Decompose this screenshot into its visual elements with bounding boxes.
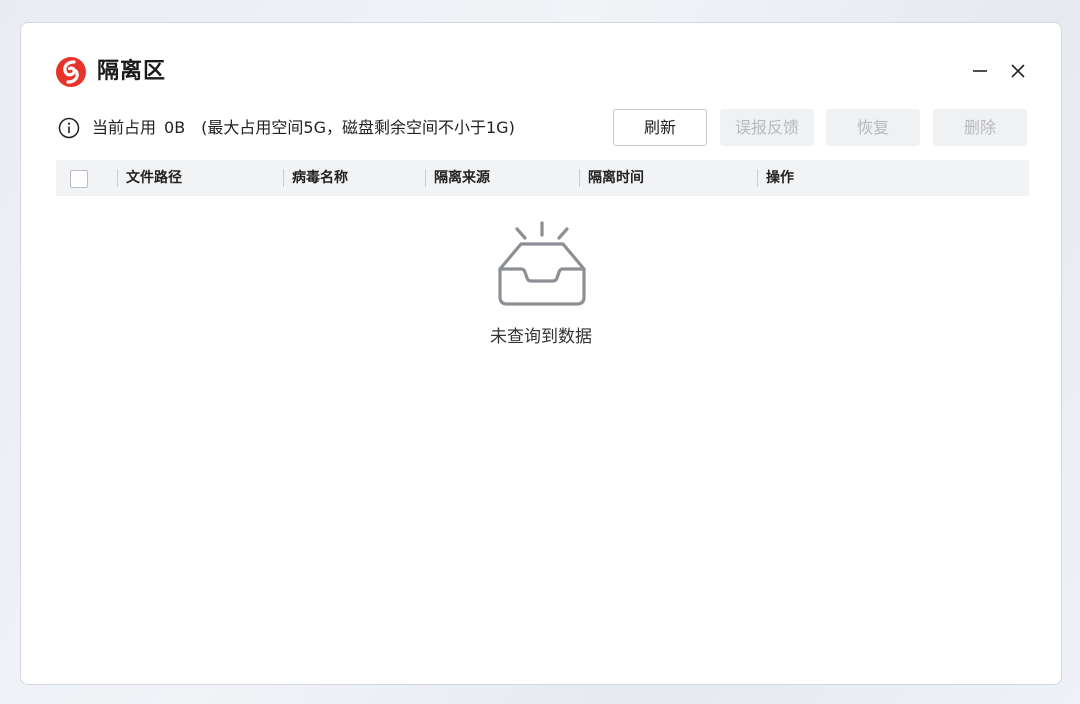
usage-value: 0B — [164, 118, 186, 137]
restore-button[interactable]: 恢复 — [826, 109, 920, 146]
storage-usage: 当前占用 0B (最大占用空间5G，磁盘剩余空间不小于1G) — [92, 117, 515, 139]
false-positive-feedback-button[interactable]: 误报反馈 — [720, 109, 814, 146]
table-header: 文件路径 病毒名称 隔离来源 隔离时间 操作 — [56, 160, 1029, 196]
usage-label: 当前占用 — [92, 118, 157, 137]
select-all-checkbox[interactable] — [70, 170, 88, 188]
info-icon — [58, 117, 80, 139]
antivirus-logo-icon — [56, 57, 86, 87]
minimize-icon[interactable] — [968, 59, 992, 83]
close-icon[interactable] — [1006, 59, 1030, 83]
refresh-button[interactable]: 刷新 — [613, 109, 707, 146]
empty-state-text: 未查询到数据 — [490, 327, 592, 347]
quarantine-window: 隔离区 当前占用 0B (最大占用空间5G，磁盘剩余空间不小于1G) 刷新 误报反馈… — [20, 22, 1062, 685]
usage-note: (最大占用空间5G，磁盘剩余空间不小于1G) — [201, 118, 515, 137]
empty-inbox-icon — [498, 221, 586, 306]
window-title: 隔离区 — [97, 59, 167, 84]
delete-button[interactable]: 删除 — [933, 109, 1027, 146]
